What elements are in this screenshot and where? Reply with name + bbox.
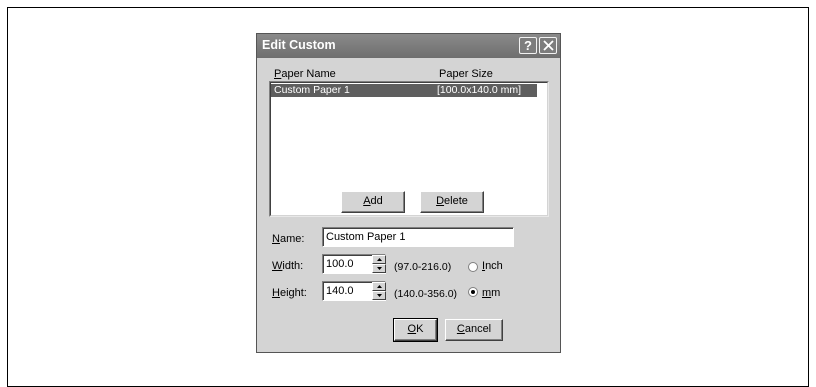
- width-spin-down[interactable]: [372, 264, 386, 273]
- delete-button[interactable]: Delete: [420, 191, 484, 213]
- radio-selected-dot: [471, 290, 475, 294]
- cancel-button[interactable]: Cancel: [445, 319, 503, 341]
- width-label: Width:: [272, 260, 304, 272]
- dialog-title: Edit Custom: [262, 38, 336, 52]
- height-spinner[interactable]: [372, 282, 386, 300]
- column-header-paper-size[interactable]: Paper Size: [439, 68, 493, 80]
- list-item-name: Custom Paper 1: [274, 84, 350, 96]
- list-item-size: [100.0x140.0 mm]: [437, 84, 522, 96]
- arrow-down-icon: [376, 294, 382, 297]
- height-spin-up[interactable]: [372, 282, 386, 291]
- height-range: (140.0-356.0): [394, 288, 458, 300]
- close-icon: [542, 40, 554, 51]
- mm-label[interactable]: mm: [482, 287, 500, 299]
- close-button[interactable]: [539, 37, 557, 54]
- name-input[interactable]: Custom Paper 1: [322, 227, 514, 247]
- add-button[interactable]: Add: [341, 191, 405, 213]
- arrow-up-icon: [376, 285, 382, 288]
- column-header-paper-name[interactable]: Paper Name: [274, 68, 336, 80]
- edit-custom-dialog: Edit Custom ? Paper Name Paper Size Cust…: [256, 33, 561, 353]
- ok-button[interactable]: OK: [393, 318, 438, 342]
- inch-label[interactable]: Inch: [482, 260, 503, 272]
- height-spin-down[interactable]: [372, 291, 386, 300]
- paper-list[interactable]: Custom Paper 1 [100.0x140.0 mm]: [269, 81, 549, 217]
- height-label: Height:: [272, 287, 307, 299]
- mm-radio[interactable]: [468, 287, 478, 297]
- list-item[interactable]: Custom Paper 1 [100.0x140.0 mm]: [271, 84, 537, 97]
- name-label: Name:: [272, 233, 305, 245]
- width-spin-up[interactable]: [372, 255, 386, 264]
- arrow-up-icon: [376, 258, 382, 261]
- inch-radio[interactable]: [468, 262, 478, 272]
- help-button[interactable]: ?: [519, 37, 537, 54]
- arrow-down-icon: [376, 267, 382, 270]
- title-bar[interactable]: Edit Custom ?: [257, 34, 560, 58]
- width-range: (97.0-216.0): [394, 261, 452, 273]
- width-spinner[interactable]: [372, 255, 386, 273]
- question-mark-icon: ?: [524, 38, 532, 53]
